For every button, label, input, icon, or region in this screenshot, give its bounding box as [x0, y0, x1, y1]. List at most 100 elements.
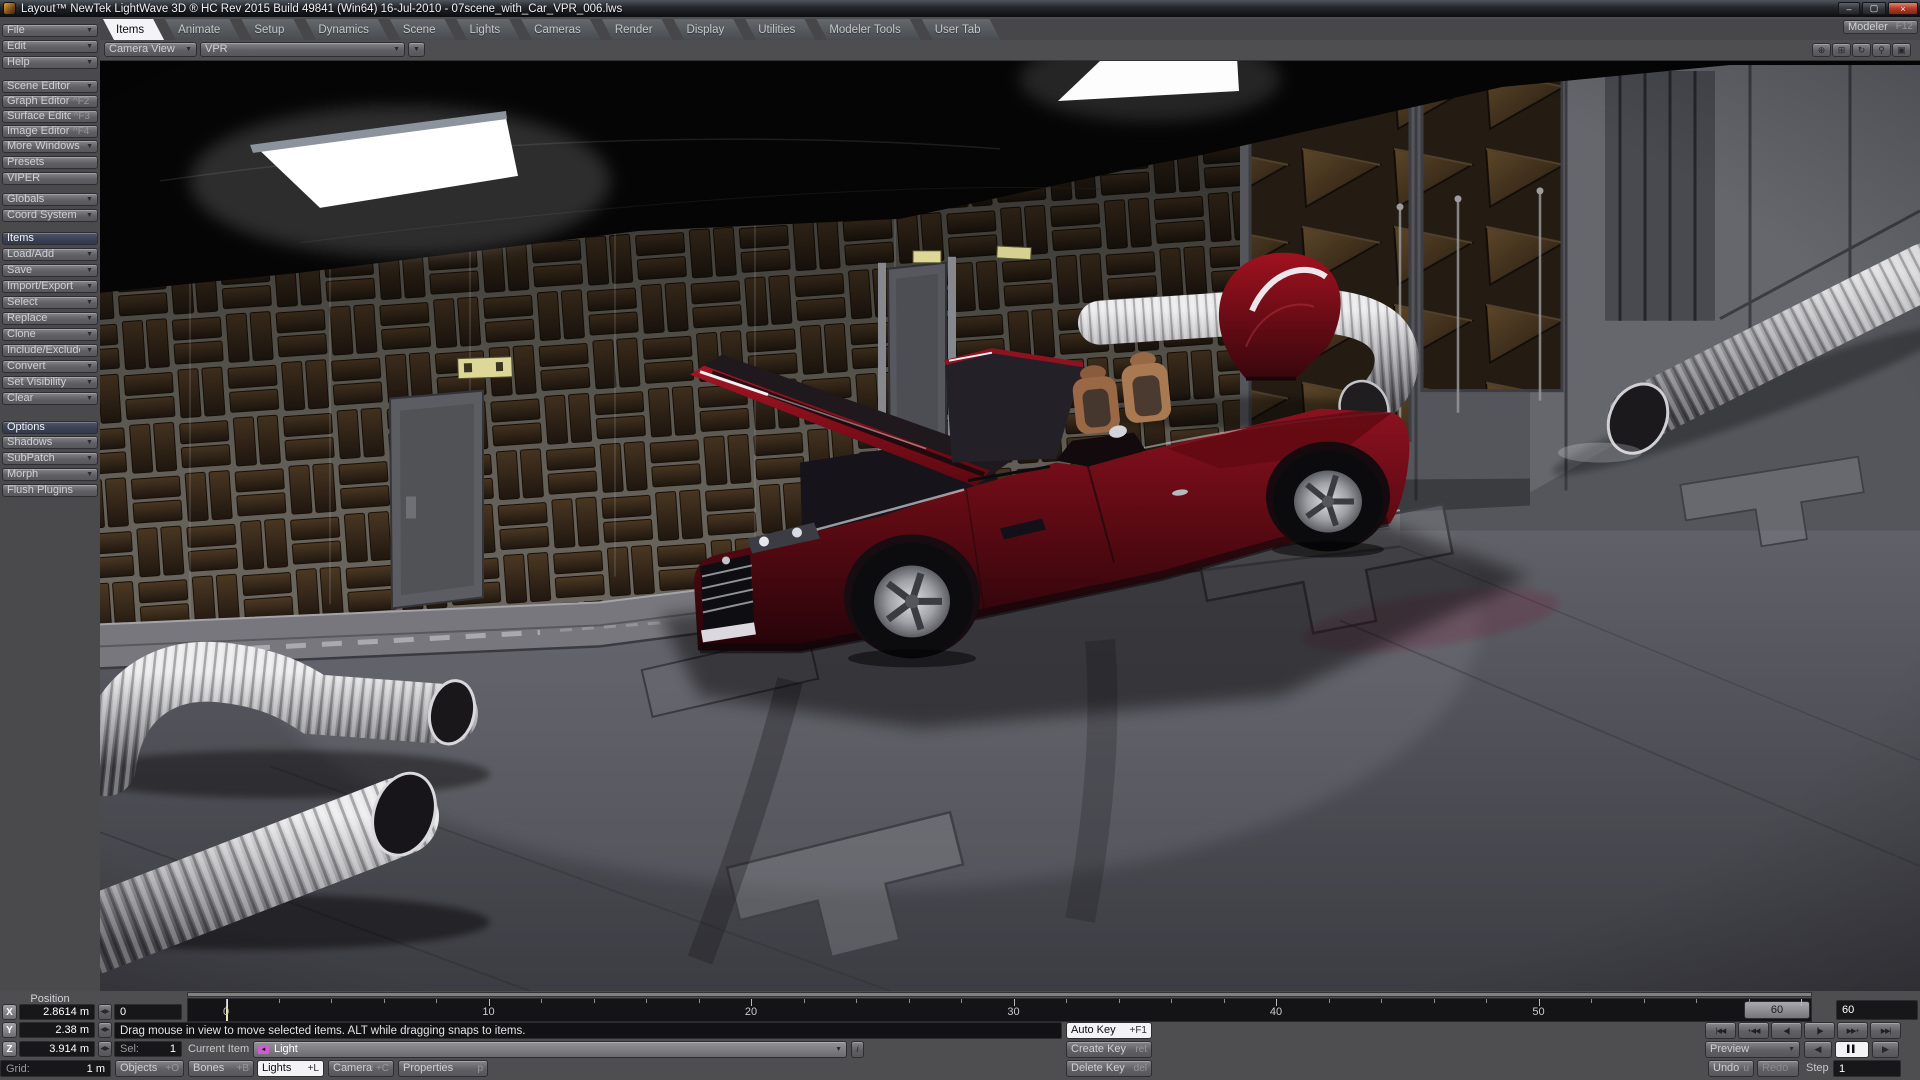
position-y-field[interactable]: 2.38 m	[19, 1022, 95, 1038]
chevron-down-icon: ▼	[1785, 1046, 1795, 1053]
viewport-render[interactable]	[100, 60, 1920, 991]
go-last-frame-button[interactable]: ▶▶|	[1870, 1022, 1901, 1039]
sidebar-item-convert[interactable]: Convert▼	[2, 360, 98, 373]
minimize-button[interactable]: –	[1838, 2, 1860, 15]
sidebar-item-file[interactable]: File▼	[2, 24, 98, 37]
sidebar-item-help[interactable]: Help▼	[2, 56, 98, 69]
zoom-icon[interactable]: ⚲	[1872, 43, 1891, 57]
ruler-frame-label: 30	[1007, 1006, 1019, 1018]
tab-modeler-tools[interactable]: Modeler Tools	[816, 19, 920, 40]
sidebar-item-save[interactable]: Save▼	[2, 264, 98, 277]
step-back-button[interactable]: ◀||	[1771, 1022, 1802, 1039]
title-bar[interactable]: Layout™ NewTek LightWave 3D ® HC Rev 201…	[0, 0, 1920, 17]
current-item-dropdown[interactable]: ◄ Light ▼	[253, 1041, 847, 1058]
sidebar-item-presets[interactable]: Presets	[2, 156, 98, 169]
tab-display[interactable]: Display	[674, 19, 745, 40]
next-keyframe-button[interactable]: ▶▶+	[1837, 1022, 1868, 1039]
tab-render[interactable]: Render	[602, 19, 673, 40]
sidebar-item-scene-editor[interactable]: Scene Editor▼	[2, 80, 98, 93]
sidebar-item-include-exclude[interactable]: Include/Exclude▼	[2, 344, 98, 357]
play-reverse-button[interactable]: ◀	[1804, 1041, 1832, 1058]
prev-keyframe-button[interactable]: +◀◀	[1738, 1022, 1769, 1039]
item-tab-lights[interactable]: Lights+L	[257, 1060, 324, 1077]
timeline-ruler[interactable]: 60 01020304050	[187, 998, 1812, 1022]
rotate-icon[interactable]: ↻	[1852, 43, 1871, 57]
chevron-down-icon: ▼	[390, 46, 400, 53]
sidebar-item-replace[interactable]: Replace▼	[2, 312, 98, 325]
modeler-button[interactable]: ModelerF12	[1843, 20, 1918, 34]
axis-x-button[interactable]: X	[2, 1004, 17, 1020]
tab-user-tab[interactable]: User Tab	[922, 19, 1001, 40]
item-info-button[interactable]: i	[851, 1041, 864, 1058]
go-first-frame-button[interactable]: |◀◀	[1705, 1022, 1736, 1039]
sidebar-item-load-add[interactable]: Load/Add▼	[2, 248, 98, 261]
pan-icon[interactable]: ⊕	[1812, 43, 1831, 57]
tab-utilities[interactable]: Utilities	[745, 19, 815, 40]
sidebar-item-set-visibility[interactable]: Set Visibility▼	[2, 376, 98, 389]
sidebar-item-subpatch[interactable]: SubPatch▼	[2, 452, 98, 465]
ruler-tick	[961, 999, 962, 1003]
window-title: Layout™ NewTek LightWave 3D ® HC Rev 201…	[21, 3, 622, 15]
sidebar-item-clear[interactable]: Clear▼	[2, 392, 98, 405]
play-forward-button[interactable]: ▶	[1872, 1041, 1899, 1058]
delete-key-button[interactable]: Delete Keydel	[1066, 1060, 1152, 1077]
scene-render	[100, 61, 1920, 991]
tab-animate[interactable]: Animate	[165, 19, 240, 40]
ruler-frame-label: 20	[745, 1006, 757, 1018]
sidebar-item-flush-plugins[interactable]: Flush Plugins	[2, 484, 98, 497]
tab-lights[interactable]: Lights	[456, 19, 520, 40]
chevron-down-icon: ▼	[832, 1046, 842, 1053]
nudge-x-stepper[interactable]: ◀▶	[98, 1004, 112, 1020]
sidebar-item-viper[interactable]: VIPER	[2, 172, 98, 185]
pause-button[interactable]: ▌▌	[1835, 1041, 1869, 1058]
sidebar-item-coord-system[interactable]: Coord System▼	[2, 209, 98, 222]
last-frame-field[interactable]: 60	[1836, 1000, 1918, 1020]
sidebar-item-import-export[interactable]: Import/Export▼	[2, 280, 98, 293]
ruler-tick	[594, 999, 595, 1003]
nudge-z-stepper[interactable]: ◀▶	[98, 1041, 112, 1057]
sidebar-item-more-windows[interactable]: More Windows▼	[2, 140, 98, 153]
axis-z-button[interactable]: Z	[2, 1041, 17, 1057]
nudge-y-stepper[interactable]: ◀▶	[98, 1022, 112, 1038]
lightwave-layout-window: Layout™ NewTek LightWave 3D ® HC Rev 201…	[0, 0, 1920, 1080]
maximize-viewport-icon[interactable]: ▣	[1892, 43, 1911, 57]
sidebar-item-morph[interactable]: Morph▼	[2, 468, 98, 481]
step-field[interactable]: 1	[1833, 1060, 1901, 1077]
sidebar-item-shadows[interactable]: Shadows▼	[2, 436, 98, 449]
position-z-field[interactable]: 3.914 m	[19, 1041, 95, 1057]
item-tab-bones[interactable]: Bones+B	[188, 1060, 254, 1077]
app-icon	[4, 3, 15, 14]
tab-setup[interactable]: Setup	[241, 19, 304, 40]
sidebar-item-graph-editor[interactable]: Graph Editor^F2	[2, 95, 98, 108]
tab-dynamics[interactable]: Dynamics	[305, 19, 388, 40]
render-mode-dropdown[interactable]: VPR▼	[200, 42, 405, 57]
tab-scene[interactable]: Scene	[390, 19, 456, 40]
sidebar-item-clone[interactable]: Clone▼	[2, 328, 98, 341]
restore-button[interactable]: ▢	[1862, 2, 1886, 15]
undo-button[interactable]: Undou	[1708, 1060, 1754, 1077]
tab-cameras[interactable]: Cameras	[521, 19, 601, 40]
move-icon[interactable]: ⊞	[1832, 43, 1851, 57]
create-key-button[interactable]: Create Keyret	[1066, 1041, 1152, 1058]
view-mode-dropdown[interactable]: Camera View▼	[104, 42, 197, 57]
sidebar-item-image-editor[interactable]: Image Editor^F4	[2, 125, 98, 138]
close-button[interactable]: ×	[1888, 2, 1918, 15]
step-forward-button[interactable]: ||▶	[1804, 1022, 1835, 1039]
item-tab-properties[interactable]: Propertiesp	[398, 1060, 488, 1077]
tab-items[interactable]: Items	[103, 19, 164, 40]
position-x-field[interactable]: 2.8614 m	[19, 1004, 95, 1020]
current-frame-field[interactable]: 0	[114, 1004, 182, 1020]
preview-dropdown[interactable]: Preview▼	[1705, 1041, 1800, 1058]
item-tab-cameras[interactable]: Cameras+C	[328, 1060, 394, 1077]
sidebar-item-select[interactable]: Select▼	[2, 296, 98, 309]
sidebar-item-edit[interactable]: Edit▼	[2, 40, 98, 53]
auto-key-button[interactable]: Auto Key+F1	[1066, 1022, 1152, 1039]
sidebar-item-globals[interactable]: Globals▼	[2, 193, 98, 206]
redo-button[interactable]: Redo	[1757, 1060, 1799, 1077]
axis-y-button[interactable]: Y	[2, 1022, 17, 1038]
viewport-toolbar: Camera View▼ VPR▼ ▼ ⊕ ⊞ ↻ ⚲ ▣	[100, 40, 1920, 60]
ruler-tick	[1171, 999, 1172, 1003]
viewport-options-dropdown[interactable]: ▼	[408, 42, 425, 57]
sidebar-item-surface-editor[interactable]: Surface Editor^F3	[2, 110, 98, 123]
item-tab-objects[interactable]: Objects+O	[115, 1060, 184, 1077]
